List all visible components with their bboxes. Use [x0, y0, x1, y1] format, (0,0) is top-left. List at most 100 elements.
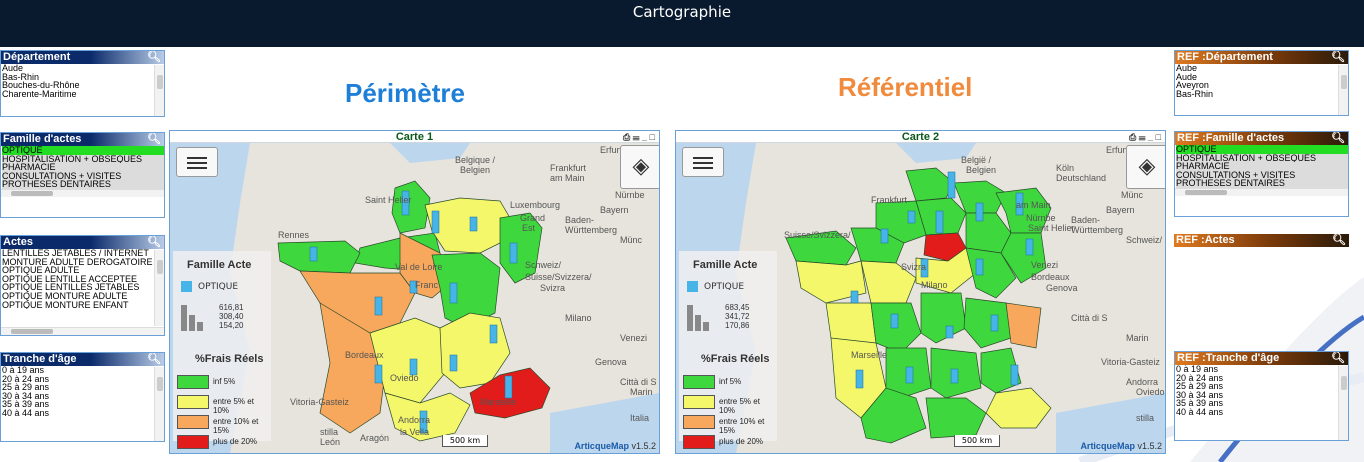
horizontal-scrollbar[interactable] [1, 327, 164, 335]
vertical-scrollbar[interactable] [1338, 366, 1348, 440]
region-bar [907, 210, 916, 224]
vertical-scrollbar[interactable] [154, 367, 164, 441]
layers-icon[interactable]: ◈ [1126, 145, 1165, 189]
map-place-label: Venezi [620, 333, 647, 343]
ref-actes-listbox[interactable]: REF :Actes 🔍︎ [1174, 234, 1349, 249]
region-bar [935, 210, 944, 234]
list-item[interactable]: Bas-Rhin [1176, 90, 1348, 99]
horizontal-scrollbar[interactable] [1, 188, 164, 197]
list-item[interactable]: 35 à 39 ans [1176, 399, 1348, 408]
map-place-label: Deutschland [1056, 173, 1106, 183]
list-item[interactable]: 25 à 29 ans [2, 383, 164, 392]
series-swatch [181, 281, 192, 292]
list-item[interactable]: Bas-Rhin [2, 73, 164, 82]
region-bar [1010, 364, 1019, 386]
list-item[interactable]: 0 à 19 ans [1176, 365, 1348, 374]
map-place-label: Italia [630, 413, 649, 423]
list-item[interactable]: Aude [1176, 73, 1348, 82]
list-item[interactable]: 25 à 29 ans [1176, 382, 1348, 391]
ref-departement-listbox[interactable]: REF :Département 🔍︎ Aube Aude Aveyron Bas-Rh… [1174, 50, 1349, 116]
minimize-icon[interactable]: _ [1148, 132, 1153, 142]
map-place-label: Aragón [360, 433, 389, 443]
list-item[interactable]: OPTIQUE [1176, 145, 1348, 154]
list-item[interactable]: LENTILLES JETABLES / INTERNET [2, 249, 154, 258]
vertical-scrollbar[interactable] [154, 65, 164, 116]
region-bar [890, 313, 899, 329]
famille-actes-listbox[interactable]: Famille d'actes 🔍︎ OPTIQUE HOSPITALISATION… [0, 132, 165, 218]
map-place-label: Oviedo [390, 373, 419, 383]
region-bar [975, 258, 984, 276]
list-item[interactable]: MONTURE ADULTE DEROGATOIRE [2, 258, 154, 267]
maximize-icon[interactable]: □ [1156, 132, 1161, 142]
list-item[interactable]: OPTIQUE LENTILLES JETABLES [2, 283, 154, 292]
map-place-label: Città di S [1071, 313, 1108, 323]
vertical-scrollbar[interactable] [154, 250, 164, 326]
list-item[interactable]: 0 à 19 ans [2, 366, 164, 375]
search-icon[interactable]: 🔍︎ [147, 133, 161, 146]
search-icon[interactable]: 🔍︎ [1332, 234, 1346, 247]
list-item[interactable]: Aube [1176, 64, 1348, 73]
departement-listbox[interactable]: Département 🔍︎ Aude Bas-Rhin Bouches-du-Rhô… [0, 50, 165, 117]
export-icon[interactable]: ☰ [633, 132, 640, 142]
list-item[interactable]: 30 à 34 ans [1176, 391, 1348, 400]
region-bar [509, 242, 518, 264]
list-item[interactable]: HOSPITALISATION + OBSEQUES [2, 154, 164, 164]
list-item[interactable]: OPTIQUE ADULTE [2, 266, 154, 275]
list-item[interactable]: OPTIQUE LENTILLE ACCEPTEE [2, 275, 154, 284]
list-item[interactable]: CONSULTATIONS + VISITES [1176, 170, 1348, 180]
ref-departement-header: REF :Département 🔍︎ [1175, 51, 1348, 64]
list-item[interactable]: CONSULTATIONS + VISITES [2, 171, 164, 181]
search-icon[interactable]: 🔍︎ [147, 353, 161, 366]
list-item[interactable]: HOSPITALISATION + OBSEQUES [1176, 153, 1348, 163]
list-item[interactable]: OPTIQUE MONTURE ADULTE [2, 292, 154, 301]
search-icon[interactable]: 🔍︎ [1331, 51, 1345, 64]
list-item[interactable]: 40 à 44 ans [2, 409, 164, 418]
referentiel-heading: Référentiel [838, 72, 973, 102]
actes-header: Actes 🔍︎ [1, 236, 164, 249]
search-icon[interactable]: 🔍︎ [147, 236, 161, 249]
list-item[interactable]: PHARMACIE [2, 163, 164, 172]
list-item[interactable]: PHARMACIE [1176, 162, 1348, 171]
search-icon[interactable]: 🔍︎ [1331, 352, 1345, 365]
export-icon[interactable]: ☰ [1139, 132, 1146, 142]
maximize-icon[interactable]: □ [650, 132, 655, 142]
map-place-label: Schweiz/ [525, 260, 562, 270]
list-item[interactable]: 20 à 24 ans [1176, 374, 1348, 383]
list-item[interactable]: Charente-Maritime [2, 90, 164, 99]
list-item[interactable]: PROTHESES DENTAIRES [2, 180, 164, 189]
departement-header: Département 🔍︎ [1, 51, 164, 64]
search-icon[interactable]: 🔍︎ [147, 51, 161, 64]
map-panel-carte-1[interactable]: Carte 1 ⎙ ☰ _ □ Belgique / Belgien Frankfu… [169, 130, 660, 454]
region-bar [947, 171, 956, 199]
tranche-age-listbox[interactable]: Tranche d'âge 🔍︎ 0 à 19 ans 20 à 24 ans 25 … [0, 352, 165, 442]
horizontal-scrollbar[interactable] [1175, 187, 1348, 196]
map-place-label: Franc [415, 280, 439, 290]
list-item[interactable]: OPTIQUE MONTURE ENFANT [2, 301, 154, 310]
minimize-icon[interactable]: _ [642, 132, 647, 142]
ref-famille-actes-listbox[interactable]: REF :Famille d'actes 🔍︎ OPTIQUE HOSPITALIS… [1174, 131, 1349, 217]
legend-title: Famille Acte [693, 259, 758, 271]
list-item[interactable]: Bouches-du-Rhône [2, 81, 164, 90]
map-panel-carte-2[interactable]: Carte 2 ⎙ ☰ _ □ Belgiё / Belgien Köln Deuts… [675, 130, 1166, 454]
search-icon[interactable]: 🔍︎ [1331, 132, 1345, 145]
list-item[interactable]: 35 à 39 ans [2, 400, 164, 409]
vertical-scrollbar[interactable] [1338, 65, 1348, 115]
layers-icon[interactable]: ◈ [620, 145, 659, 189]
map-credit: ArticqueMap v1.5.2 [574, 441, 656, 451]
list-item[interactable]: 40 à 44 ans [1176, 408, 1348, 417]
menu-icon[interactable] [682, 147, 724, 177]
list-item[interactable]: 20 à 24 ans [2, 375, 164, 384]
list-item[interactable]: OPTIQUE [2, 146, 164, 155]
print-icon[interactable]: ⎙ [1129, 132, 1136, 142]
map-place-label: Venezi [1031, 260, 1058, 270]
map-place-label: Bordeaux [1031, 272, 1070, 282]
region-bar [374, 364, 383, 384]
list-item[interactable]: Aude [2, 64, 164, 73]
actes-listbox[interactable]: Actes 🔍︎ LENTILLES JETABLES / INTERNET MON… [0, 235, 165, 336]
ref-tranche-age-listbox[interactable]: REF :Tranche d'âge 🔍︎ 0 à 19 ans 20 à 24 a… [1174, 351, 1349, 441]
menu-icon[interactable] [176, 147, 218, 177]
list-item[interactable]: Aveyron [1176, 81, 1348, 90]
list-item[interactable]: PROTHESES DENTAIRES [1176, 179, 1348, 188]
list-item[interactable]: 30 à 34 ans [2, 392, 164, 401]
print-icon[interactable]: ⎙ [623, 132, 630, 142]
